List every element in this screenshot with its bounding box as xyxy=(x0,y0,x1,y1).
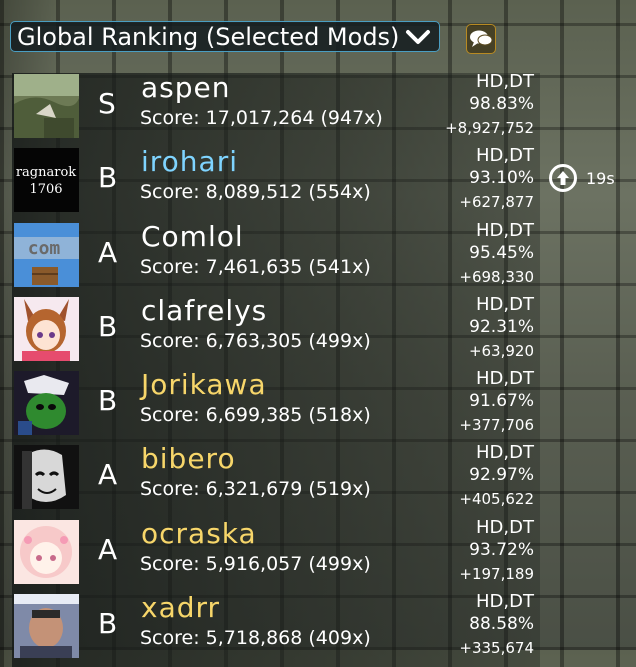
mods-label: HD,DT xyxy=(476,293,534,315)
score-text: Score: 17,017,264 (947x) xyxy=(140,107,383,129)
mods-label: HD,DT xyxy=(476,71,534,92)
accuracy-label: 92.97% xyxy=(469,465,534,486)
score-difference: +197,189 xyxy=(459,564,534,583)
rank-change-indicator: 19s xyxy=(548,163,615,193)
grade-letter: S xyxy=(98,87,116,120)
score-text: Score: 8,089,512 (554x) xyxy=(140,181,371,204)
player-name: xadrr xyxy=(141,591,221,625)
player-name: Jorikawa xyxy=(141,368,267,402)
accuracy-label: 93.72% xyxy=(469,539,534,560)
score-text: Score: 6,763,305 (499x) xyxy=(140,329,371,352)
grade-letter: B xyxy=(98,161,118,195)
avatar-text-line1: ragnarok xyxy=(16,165,76,180)
score-difference: +627,877 xyxy=(459,193,534,212)
avatar-text-line2: 1706 xyxy=(29,182,62,197)
leaderboard-row[interactable]: Saspen Score: 17,017,264 (947x) HD,DT 98.83… xyxy=(12,71,540,148)
leaderboard-row[interactable]: ragnarok 1706 Birohari Score: 8,089,512 (55… xyxy=(12,145,540,222)
mods-label: HD,DT xyxy=(476,145,534,167)
player-name: Comlol xyxy=(141,219,244,253)
mods-label: HD,DT xyxy=(476,516,534,538)
player-name: bibero xyxy=(141,442,236,476)
avatar xyxy=(14,519,79,584)
score-text: Score: 6,321,679 (519x) xyxy=(140,478,371,501)
accuracy-label: 93.10% xyxy=(469,168,534,189)
score-text: Score: 7,461,635 (541x) xyxy=(140,255,371,278)
grade-letter: B xyxy=(98,309,118,343)
chat-icon xyxy=(470,30,493,47)
accuracy-label: 95.45% xyxy=(469,242,534,263)
grade-letter: B xyxy=(98,607,118,641)
mods-label: HD,DT xyxy=(476,442,534,464)
player-name: ocraska xyxy=(141,516,257,550)
score-difference: +698,330 xyxy=(459,267,534,286)
ranking-type-dropdown[interactable]: Global Ranking (Selected Mods) xyxy=(10,21,440,52)
accuracy-label: 91.67% xyxy=(469,391,534,412)
leaderboard-row[interactable]: Aocraska Score: 5,916,057 (499x) HD,DT 93.7… xyxy=(12,516,540,594)
leaderboard-list: Saspen Score: 17,017,264 (947x) HD,DT 98.83… xyxy=(12,71,540,667)
leaderboard-row[interactable]: com A Comlol Score: 7,461,635 (541x) HD,DT 95… xyxy=(12,219,540,296)
avatar xyxy=(14,371,79,436)
ranking-type-label: Global Ranking (Selected Mods) xyxy=(17,22,400,51)
accuracy-label: 88.58% xyxy=(469,614,534,635)
score-difference: +335,674 xyxy=(459,639,534,658)
avatar xyxy=(14,445,79,510)
score-text: Score: 6,699,385 (518x) xyxy=(140,404,371,427)
score-text: Score: 5,916,057 (499x) xyxy=(140,552,371,575)
score-difference: +377,706 xyxy=(459,416,534,435)
grade-letter: A xyxy=(98,235,118,269)
rank-change-label: 19s xyxy=(586,168,615,188)
leaderboard-row[interactable]: B Jorikawa Score: 6,699,385 (518x) HD,DT 91.… xyxy=(12,368,540,445)
avatar: com xyxy=(14,222,79,287)
score-text: Score: 5,718,868 (409x) xyxy=(140,627,371,650)
player-name: aspen xyxy=(141,71,231,104)
avatar: ragnarok 1706 xyxy=(14,148,79,213)
mods-label: HD,DT xyxy=(476,591,534,613)
leaderboard-row[interactable]: Bxadrr Score: 5,718,868 (409x) HD,DT 88.58%… xyxy=(12,591,540,667)
mods-label: HD,DT xyxy=(476,219,534,241)
score-difference: +8,927,752 xyxy=(445,119,534,137)
score-difference: +63,920 xyxy=(468,341,534,360)
chat-button[interactable] xyxy=(466,24,496,54)
score-difference: +405,622 xyxy=(459,490,534,509)
avatar xyxy=(14,74,79,138)
player-name: clafrelys xyxy=(141,293,268,327)
grade-letter: B xyxy=(98,384,118,418)
leaderboard-row[interactable]: Abibero Score: 6,321,679 (519x) HD,DT 92.97… xyxy=(12,442,540,519)
svg-text:com: com xyxy=(28,238,61,259)
accuracy-label: 92.31% xyxy=(469,316,534,337)
grade-letter: A xyxy=(98,458,118,492)
chevron-down-icon xyxy=(406,29,430,44)
leaderboard-row[interactable]: Bclafrelys Score: 6,763,305 (499x) HD,DT 92… xyxy=(12,293,540,371)
mods-label: HD,DT xyxy=(476,368,534,390)
avatar xyxy=(14,594,79,659)
accuracy-label: 98.83% xyxy=(469,94,534,114)
arrow-up-circle-icon xyxy=(549,164,577,192)
grade-letter: A xyxy=(98,532,118,566)
avatar xyxy=(14,296,79,361)
player-name: irohari xyxy=(141,145,239,179)
